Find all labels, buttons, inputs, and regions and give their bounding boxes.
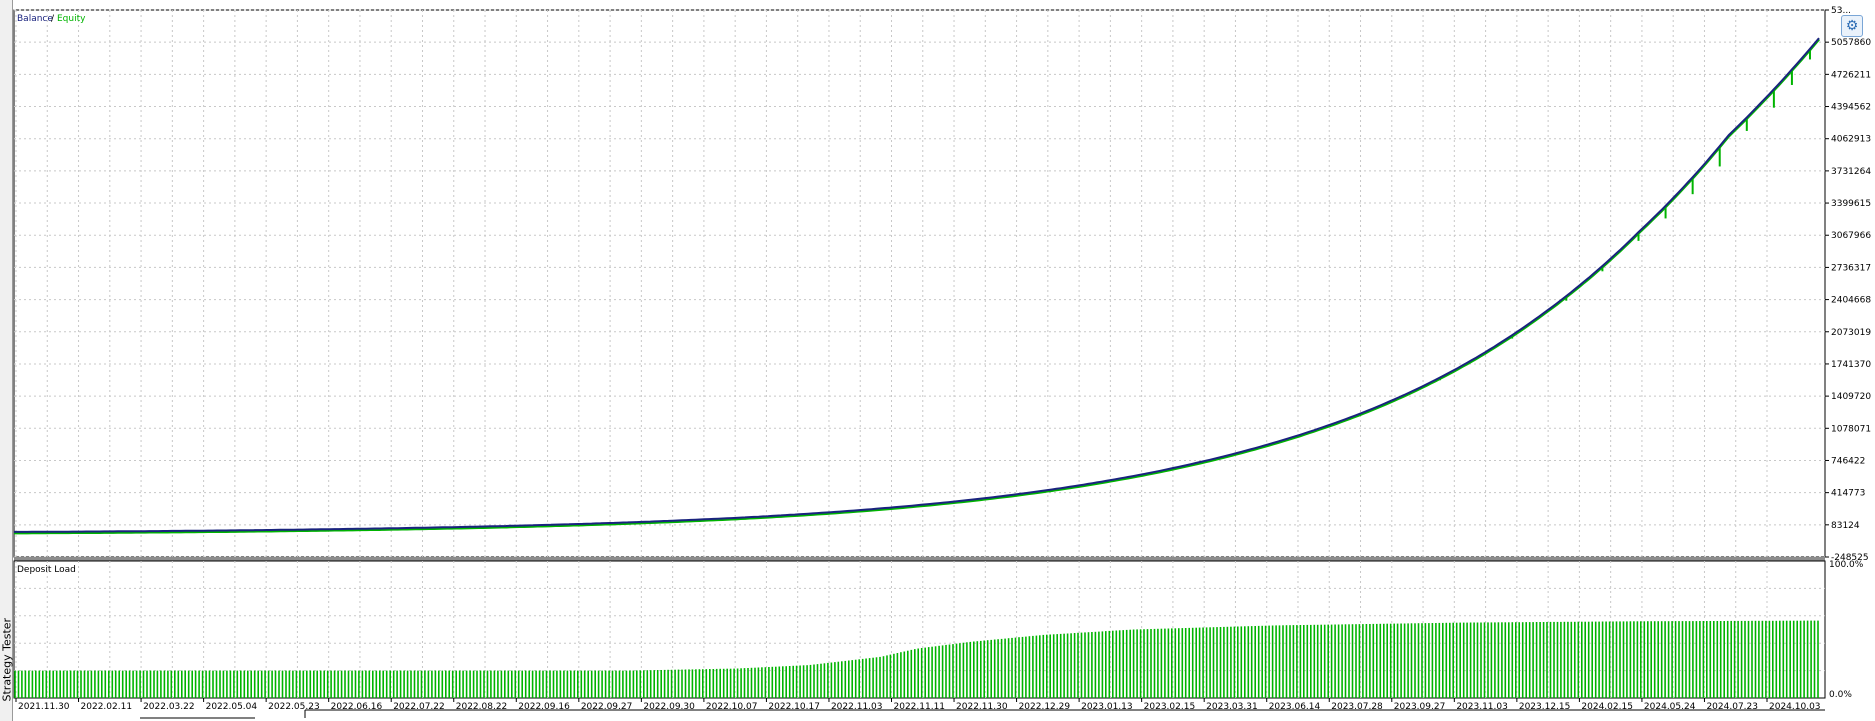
ytick-label: 3731264 <box>1831 167 1871 177</box>
deposit-ytick-bottom: 0.0% <box>1829 690 1852 700</box>
panel-divider <box>14 557 1825 561</box>
ytick-label: 414773 <box>1831 489 1865 499</box>
deposit-load-title: Deposit Load <box>17 565 76 575</box>
ytick-label: 4726211 <box>1831 70 1871 80</box>
xtick-label: 2021.11.30 <box>18 702 70 712</box>
ytick-label: 1741370 <box>1831 360 1871 370</box>
ytick-label: 2404668 <box>1831 296 1871 306</box>
tester-graph: 53...50578604726211439456240629133731264… <box>13 6 1871 719</box>
ytick-label: 83124 <box>1831 521 1860 531</box>
ytick-label: 746422 <box>1831 456 1865 466</box>
balance-equity-panel <box>13 9 1826 558</box>
settings-gear-icon[interactable]: ⚙ <box>1841 15 1863 37</box>
ytick-label: 5057860 <box>1831 38 1871 48</box>
xtick-label: 2022.02.11 <box>81 702 133 712</box>
ytick-label: 3067966 <box>1831 231 1871 241</box>
xtick-label: 2022.03.22 <box>143 702 195 712</box>
legend-balance: Balance <box>17 14 53 24</box>
main-y-axis: 53...50578604726211439456240629133731264… <box>1825 6 1871 563</box>
ytick-label: 3399615 <box>1831 199 1871 209</box>
ytick-label: 2736317 <box>1831 263 1871 273</box>
ytick-label: 4062913 <box>1831 135 1871 145</box>
xtick-label: 2022.05.04 <box>206 702 258 712</box>
ytick-label: 2073019 <box>1831 328 1871 338</box>
legend-equity: Equity <box>57 14 86 24</box>
deposit-ytick-top: 100.0% <box>1829 560 1864 570</box>
ytick-label: 1409720 <box>1831 392 1871 402</box>
ytick-label: 1078071 <box>1831 424 1871 434</box>
ytick-label: 4394562 <box>1831 103 1871 113</box>
